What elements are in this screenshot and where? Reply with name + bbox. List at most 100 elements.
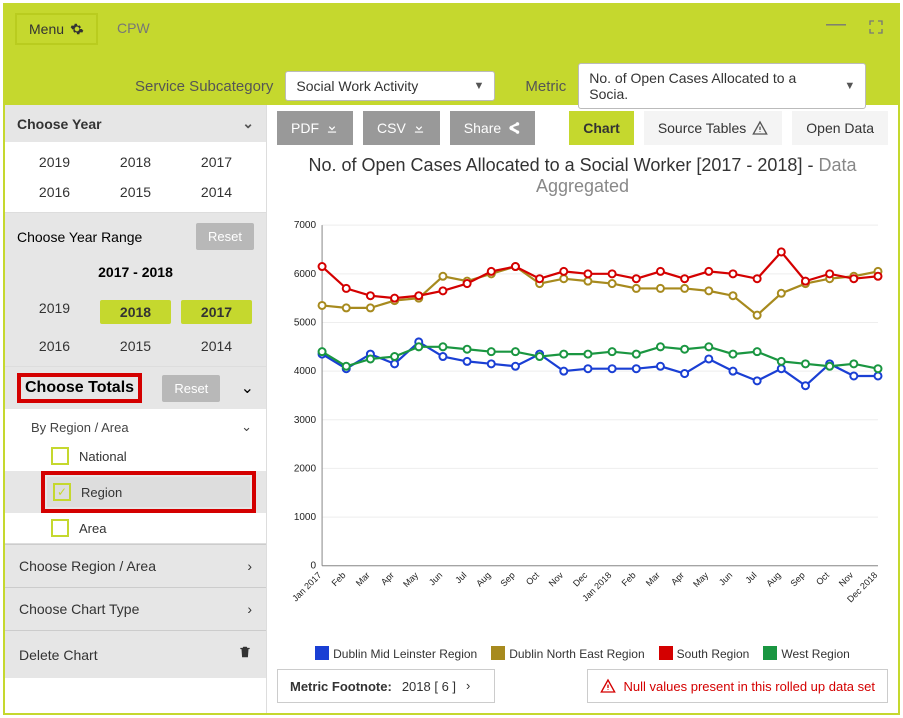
checkbox-icon xyxy=(51,447,69,465)
trash-icon xyxy=(238,644,252,665)
by-region-header[interactable]: By Region / Area ⌄ xyxy=(5,409,266,441)
chevron-down-icon: ▼ xyxy=(474,80,485,92)
gear-icon xyxy=(70,22,84,36)
region-highlight-box: ✓ Region xyxy=(41,471,256,513)
range-year-option[interactable]: 2018 xyxy=(100,300,171,324)
reset-totals-button[interactable]: Reset xyxy=(162,375,220,402)
svg-text:Feb: Feb xyxy=(330,570,348,588)
minimize-icon[interactable]: — xyxy=(826,19,846,40)
legend-item: South Region xyxy=(659,646,750,661)
svg-text:Mar: Mar xyxy=(354,570,372,588)
checkbox-icon xyxy=(51,519,69,537)
svg-text:Mar: Mar xyxy=(644,570,662,588)
footnote-box[interactable]: Metric Footnote: 2018 [ 6 ] › xyxy=(277,669,495,703)
range-label: Choose Year Range xyxy=(17,229,142,245)
svg-text:Oct: Oct xyxy=(524,570,541,587)
checkbox-checked-icon: ✓ xyxy=(53,483,71,501)
svg-text:6000: 6000 xyxy=(294,269,317,280)
choose-year-label: Choose Year xyxy=(17,116,102,132)
svg-text:Apr: Apr xyxy=(669,570,686,587)
metric-dropdown[interactable]: No. of Open Cases Allocated to a Socia. … xyxy=(578,63,866,109)
year-option[interactable]: 2016 xyxy=(19,184,90,200)
svg-text:Sep: Sep xyxy=(788,570,806,588)
choose-region-area[interactable]: Choose Region / Area › xyxy=(5,544,266,587)
choose-year-range-header[interactable]: Choose Year Range Reset xyxy=(5,213,266,260)
warning-box: Null values present in this rolled up da… xyxy=(587,669,888,703)
svg-text:Jun: Jun xyxy=(427,570,444,587)
choose-chart-type[interactable]: Choose Chart Type › xyxy=(5,587,266,630)
pdf-button[interactable]: PDF xyxy=(277,111,353,145)
choose-chart-label: Choose Chart Type xyxy=(19,601,139,617)
svg-text:Jan 2017: Jan 2017 xyxy=(290,570,323,603)
delete-chart[interactable]: Delete Chart xyxy=(5,630,266,678)
chart-title-main: No. of Open Cases Allocated to a Social … xyxy=(309,155,819,175)
tab-source-tables[interactable]: Source Tables xyxy=(644,111,782,145)
svg-text:Apr: Apr xyxy=(379,570,396,587)
menu-button[interactable]: Menu xyxy=(15,13,98,45)
region-label: Region xyxy=(81,485,122,500)
toolbar: PDF CSV Share Chart Source Tables Open xyxy=(277,111,888,145)
year-option[interactable]: 2017 xyxy=(181,154,252,170)
share-label: Share xyxy=(464,120,501,136)
legend-item: Dublin North East Region xyxy=(491,646,644,661)
service-dropdown[interactable]: Social Work Activity ▼ xyxy=(285,71,495,101)
menu-label: Menu xyxy=(29,21,64,37)
legend: Dublin Mid Leinster Region Dublin North … xyxy=(277,646,888,661)
svg-text:Oct: Oct xyxy=(814,570,831,587)
chart-area: 01000200030004000500060007000Jan 2017Feb… xyxy=(277,197,888,644)
legend-s4: West Region xyxy=(781,647,849,661)
source-label: Source Tables xyxy=(658,120,746,136)
svg-text:Jul: Jul xyxy=(453,570,468,585)
range-year-option[interactable]: 2019 xyxy=(19,300,90,324)
totals-national[interactable]: National xyxy=(5,441,266,471)
svg-text:Jun: Jun xyxy=(717,570,734,587)
range-year-option[interactable]: 2015 xyxy=(100,338,171,354)
svg-text:1000: 1000 xyxy=(294,512,317,523)
range-year-option[interactable]: 2016 xyxy=(19,338,90,354)
line-chart: 01000200030004000500060007000Jan 2017Feb… xyxy=(277,197,888,644)
year-option[interactable]: 2019 xyxy=(19,154,90,170)
by-region-label: By Region / Area xyxy=(31,420,129,435)
chevron-down-icon: ⌄ xyxy=(241,419,252,435)
svg-text:May: May xyxy=(401,570,420,589)
reset-button[interactable]: Reset xyxy=(196,223,254,250)
service-value: Social Work Activity xyxy=(296,78,418,94)
chevron-down-icon: ⌄ xyxy=(241,378,254,398)
legend-s2: Dublin North East Region xyxy=(509,647,644,661)
footnote-value: 2018 [ 6 ] xyxy=(402,679,456,694)
svg-text:Jul: Jul xyxy=(743,570,758,585)
svg-text:3000: 3000 xyxy=(294,415,317,426)
warning-text: Null values present in this rolled up da… xyxy=(624,679,875,694)
delete-chart-label: Delete Chart xyxy=(19,647,98,663)
year-option[interactable]: 2015 xyxy=(100,184,171,200)
share-button[interactable]: Share xyxy=(450,111,535,145)
svg-text:7000: 7000 xyxy=(294,220,317,231)
share-icon xyxy=(507,121,521,135)
totals-label: Choose Totals xyxy=(25,379,134,396)
national-label: National xyxy=(79,449,127,464)
choose-year-header[interactable]: Choose Year ⌄ xyxy=(5,105,266,142)
choose-totals-header[interactable]: Choose Totals Reset ⌄ xyxy=(5,367,266,409)
metric-value: No. of Open Cases Allocated to a Socia. xyxy=(589,70,830,102)
range-grid: 2019 2018 2017 2016 2015 2014 xyxy=(5,288,266,366)
tab-chart[interactable]: Chart xyxy=(569,111,634,145)
legend-item: Dublin Mid Leinster Region xyxy=(315,646,477,661)
range-year-option[interactable]: 2017 xyxy=(181,300,252,324)
download-icon xyxy=(325,121,339,135)
totals-region[interactable]: ✓ Region xyxy=(47,477,250,507)
csv-button[interactable]: CSV xyxy=(363,111,440,145)
svg-text:Feb: Feb xyxy=(620,570,638,588)
area-label: Area xyxy=(79,521,106,536)
metric-label: Metric xyxy=(525,78,566,95)
tab-open-data[interactable]: Open Data xyxy=(792,111,888,145)
svg-text:4000: 4000 xyxy=(294,366,317,377)
svg-text:Aug: Aug xyxy=(474,570,492,588)
year-grid: 2019 2018 2017 2016 2015 2014 xyxy=(5,142,266,212)
fullscreen-icon[interactable] xyxy=(868,19,884,40)
totals-area[interactable]: Area xyxy=(5,513,266,543)
svg-text:Dec: Dec xyxy=(571,570,590,589)
year-option[interactable]: 2014 xyxy=(181,184,252,200)
warning-icon xyxy=(752,120,768,136)
year-option[interactable]: 2018 xyxy=(100,154,171,170)
range-year-option[interactable]: 2014 xyxy=(181,338,252,354)
